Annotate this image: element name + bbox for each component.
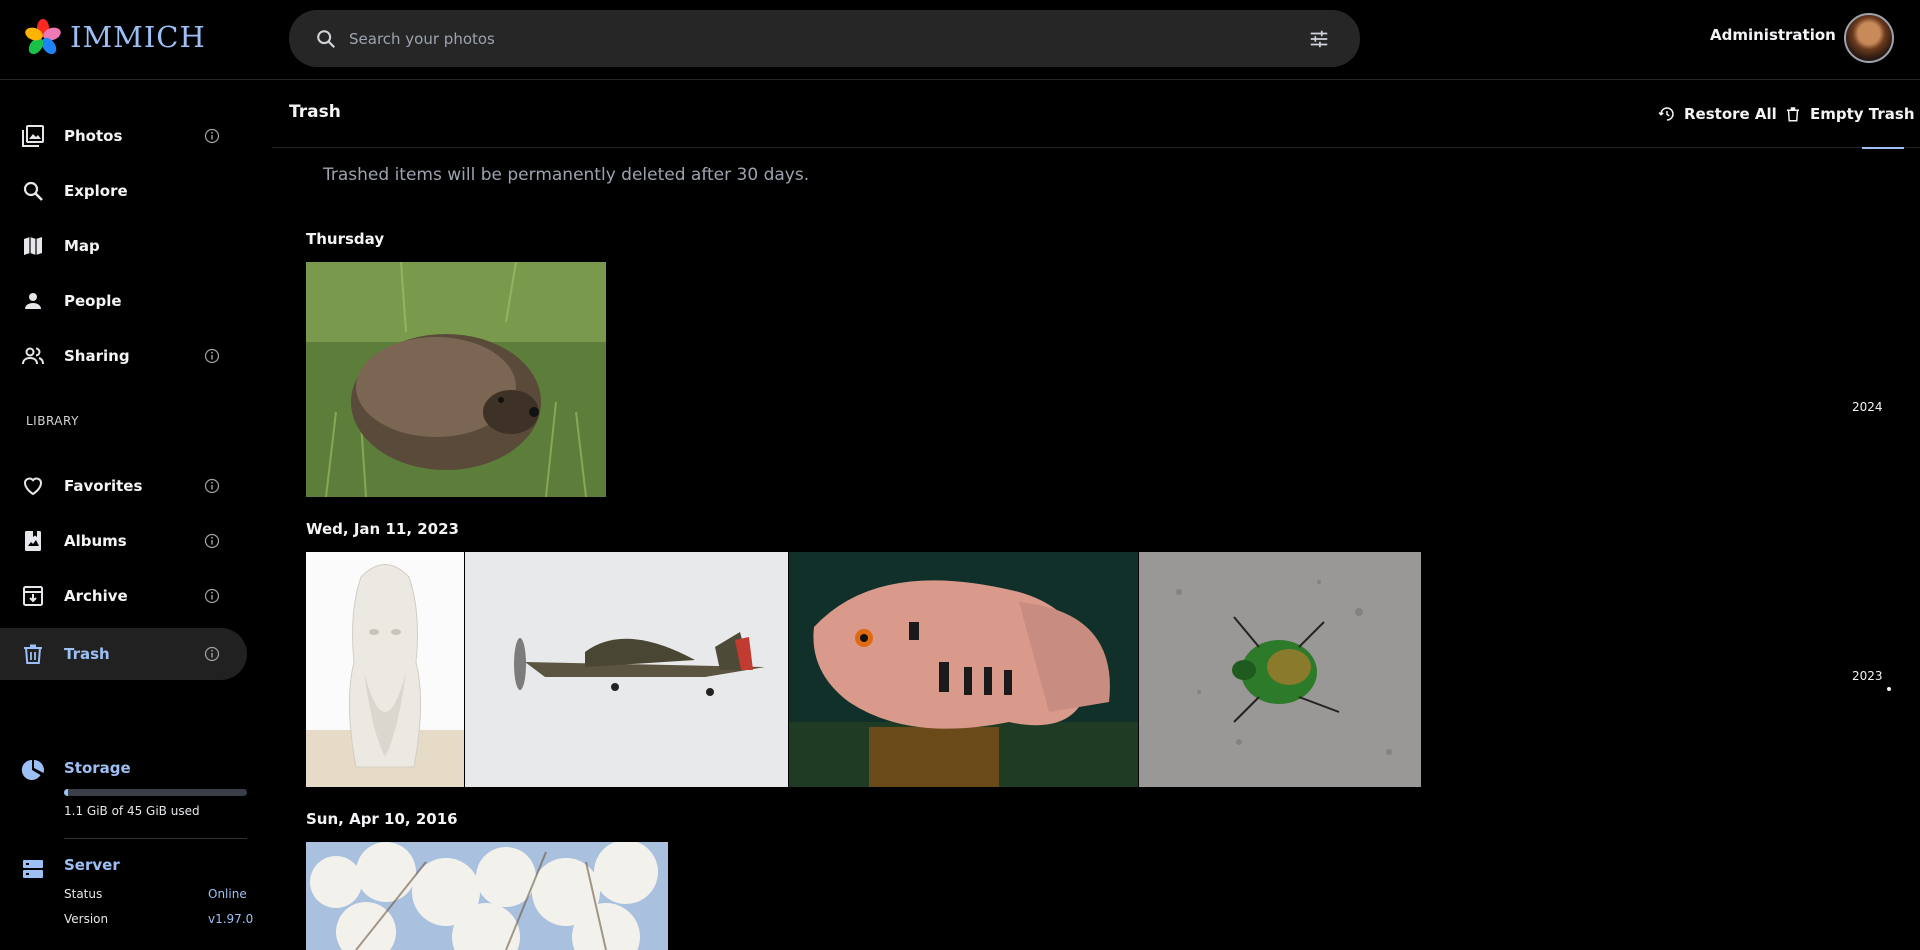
library-section-label: LIBRARY: [26, 414, 79, 428]
storage-usage-bar: [64, 789, 247, 796]
top-bar: IMMICH Administration: [0, 0, 1920, 80]
sidebar-item-label: Explore: [64, 182, 128, 200]
restore-history-icon: [1658, 107, 1674, 121]
server-status-label: Status: [64, 887, 103, 901]
sidebar-item-photos[interactable]: Photos: [0, 110, 247, 162]
photo-thumbnail-aircraft[interactable]: [465, 552, 788, 787]
timeline-year-2023[interactable]: 2023: [1852, 669, 1883, 683]
restore-all-button[interactable]: Restore All: [1658, 102, 1777, 126]
info-icon[interactable]: [204, 348, 220, 364]
album-icon: [25, 531, 41, 551]
search-bar[interactable]: [289, 10, 1360, 67]
search-input[interactable]: [349, 10, 1249, 67]
empty-trash-label: Empty Trash: [1810, 105, 1915, 123]
info-icon[interactable]: [204, 478, 220, 494]
page-title: Trash: [289, 102, 341, 122]
search-options-icon[interactable]: [1308, 28, 1330, 50]
server-version-value: v1.97.0: [208, 912, 254, 926]
page-header: Trash Restore All Empty Trash: [272, 80, 1920, 149]
sidebar-item-label: Albums: [64, 532, 127, 550]
date-group-label: Wed, Jan 11, 2023: [306, 520, 459, 538]
date-group-label: Sun, Apr 10, 2016: [306, 810, 458, 828]
sidebar-item-sharing[interactable]: Sharing: [0, 330, 247, 382]
timeline-position-dot: [1887, 687, 1891, 691]
user-avatar[interactable]: [1844, 13, 1894, 63]
server-icon: [23, 860, 43, 878]
delete-icon: [1787, 107, 1799, 122]
storage-title: Storage: [64, 759, 131, 777]
sidebar-item-trash[interactable]: Trash: [0, 628, 247, 680]
storage-pie-icon: [21, 759, 44, 780]
sidebar-item-label: Sharing: [64, 347, 130, 365]
trash-icon: [24, 644, 42, 664]
app-name: IMMICH: [70, 20, 206, 54]
photo-thumbnail-hedgehog[interactable]: [306, 262, 606, 497]
sidebar-item-label: Archive: [64, 587, 128, 605]
magnify-icon: [23, 181, 43, 201]
photo-thumbnail-blossom[interactable]: [306, 842, 668, 950]
sidebar-item-label: Map: [64, 237, 100, 255]
info-icon[interactable]: [204, 128, 220, 144]
restore-all-label: Restore All: [1684, 105, 1777, 123]
sidebar-item-label: Photos: [64, 127, 123, 145]
info-icon[interactable]: [204, 533, 220, 549]
sidebar-item-archive[interactable]: Archive: [0, 570, 247, 622]
sidebar-divider: [64, 838, 247, 839]
timeline-year-2024[interactable]: 2024: [1852, 400, 1883, 414]
photo-thumbnail-beetle[interactable]: [1139, 552, 1421, 787]
people-group-icon: [22, 347, 44, 365]
info-icon[interactable]: [204, 646, 220, 662]
immich-logo-icon: [24, 18, 62, 56]
storage-usage-text: 1.1 GiB of 45 GiB used: [64, 804, 200, 818]
archive-icon: [23, 586, 43, 606]
sidebar-item-explore[interactable]: Explore: [0, 165, 247, 217]
info-icon[interactable]: [204, 588, 220, 604]
search-icon[interactable]: [315, 28, 337, 50]
server-title: Server: [64, 856, 120, 874]
app-logo[interactable]: IMMICH: [24, 18, 206, 56]
administration-link[interactable]: Administration: [1710, 26, 1836, 44]
sidebar-item-label: Favorites: [64, 477, 143, 495]
sidebar-item-label: People: [64, 292, 122, 310]
map-icon: [24, 237, 42, 255]
person-icon: [25, 293, 41, 309]
sidebar-item-map[interactable]: Map: [0, 220, 247, 272]
sidebar-item-albums[interactable]: Albums: [0, 515, 247, 567]
date-group-label: Thursday: [306, 230, 385, 248]
scroll-indicator: [1862, 147, 1904, 149]
storage-usage-fill: [64, 789, 69, 796]
sidebar-item-people[interactable]: People: [0, 275, 247, 327]
main-content: Trash Restore All Empty Trash Trashed it…: [272, 80, 1920, 950]
photo-thumbnail-bust[interactable]: [306, 552, 464, 787]
photos-icon: [22, 125, 44, 147]
server-status-value: Online: [208, 887, 247, 901]
photo-thumbnail-fish[interactable]: [789, 552, 1138, 787]
empty-trash-button[interactable]: Empty Trash: [1784, 102, 1915, 126]
heart-icon: [23, 477, 43, 496]
sidebar-item-label: Trash: [64, 645, 110, 663]
trash-notice: Trashed items will be permanently delete…: [323, 165, 810, 185]
sidebar: Photos Explore Map People Sharing LIBRAR…: [0, 80, 256, 950]
sidebar-item-favorites[interactable]: Favorites: [0, 460, 247, 512]
server-version-label: Version: [64, 912, 109, 926]
